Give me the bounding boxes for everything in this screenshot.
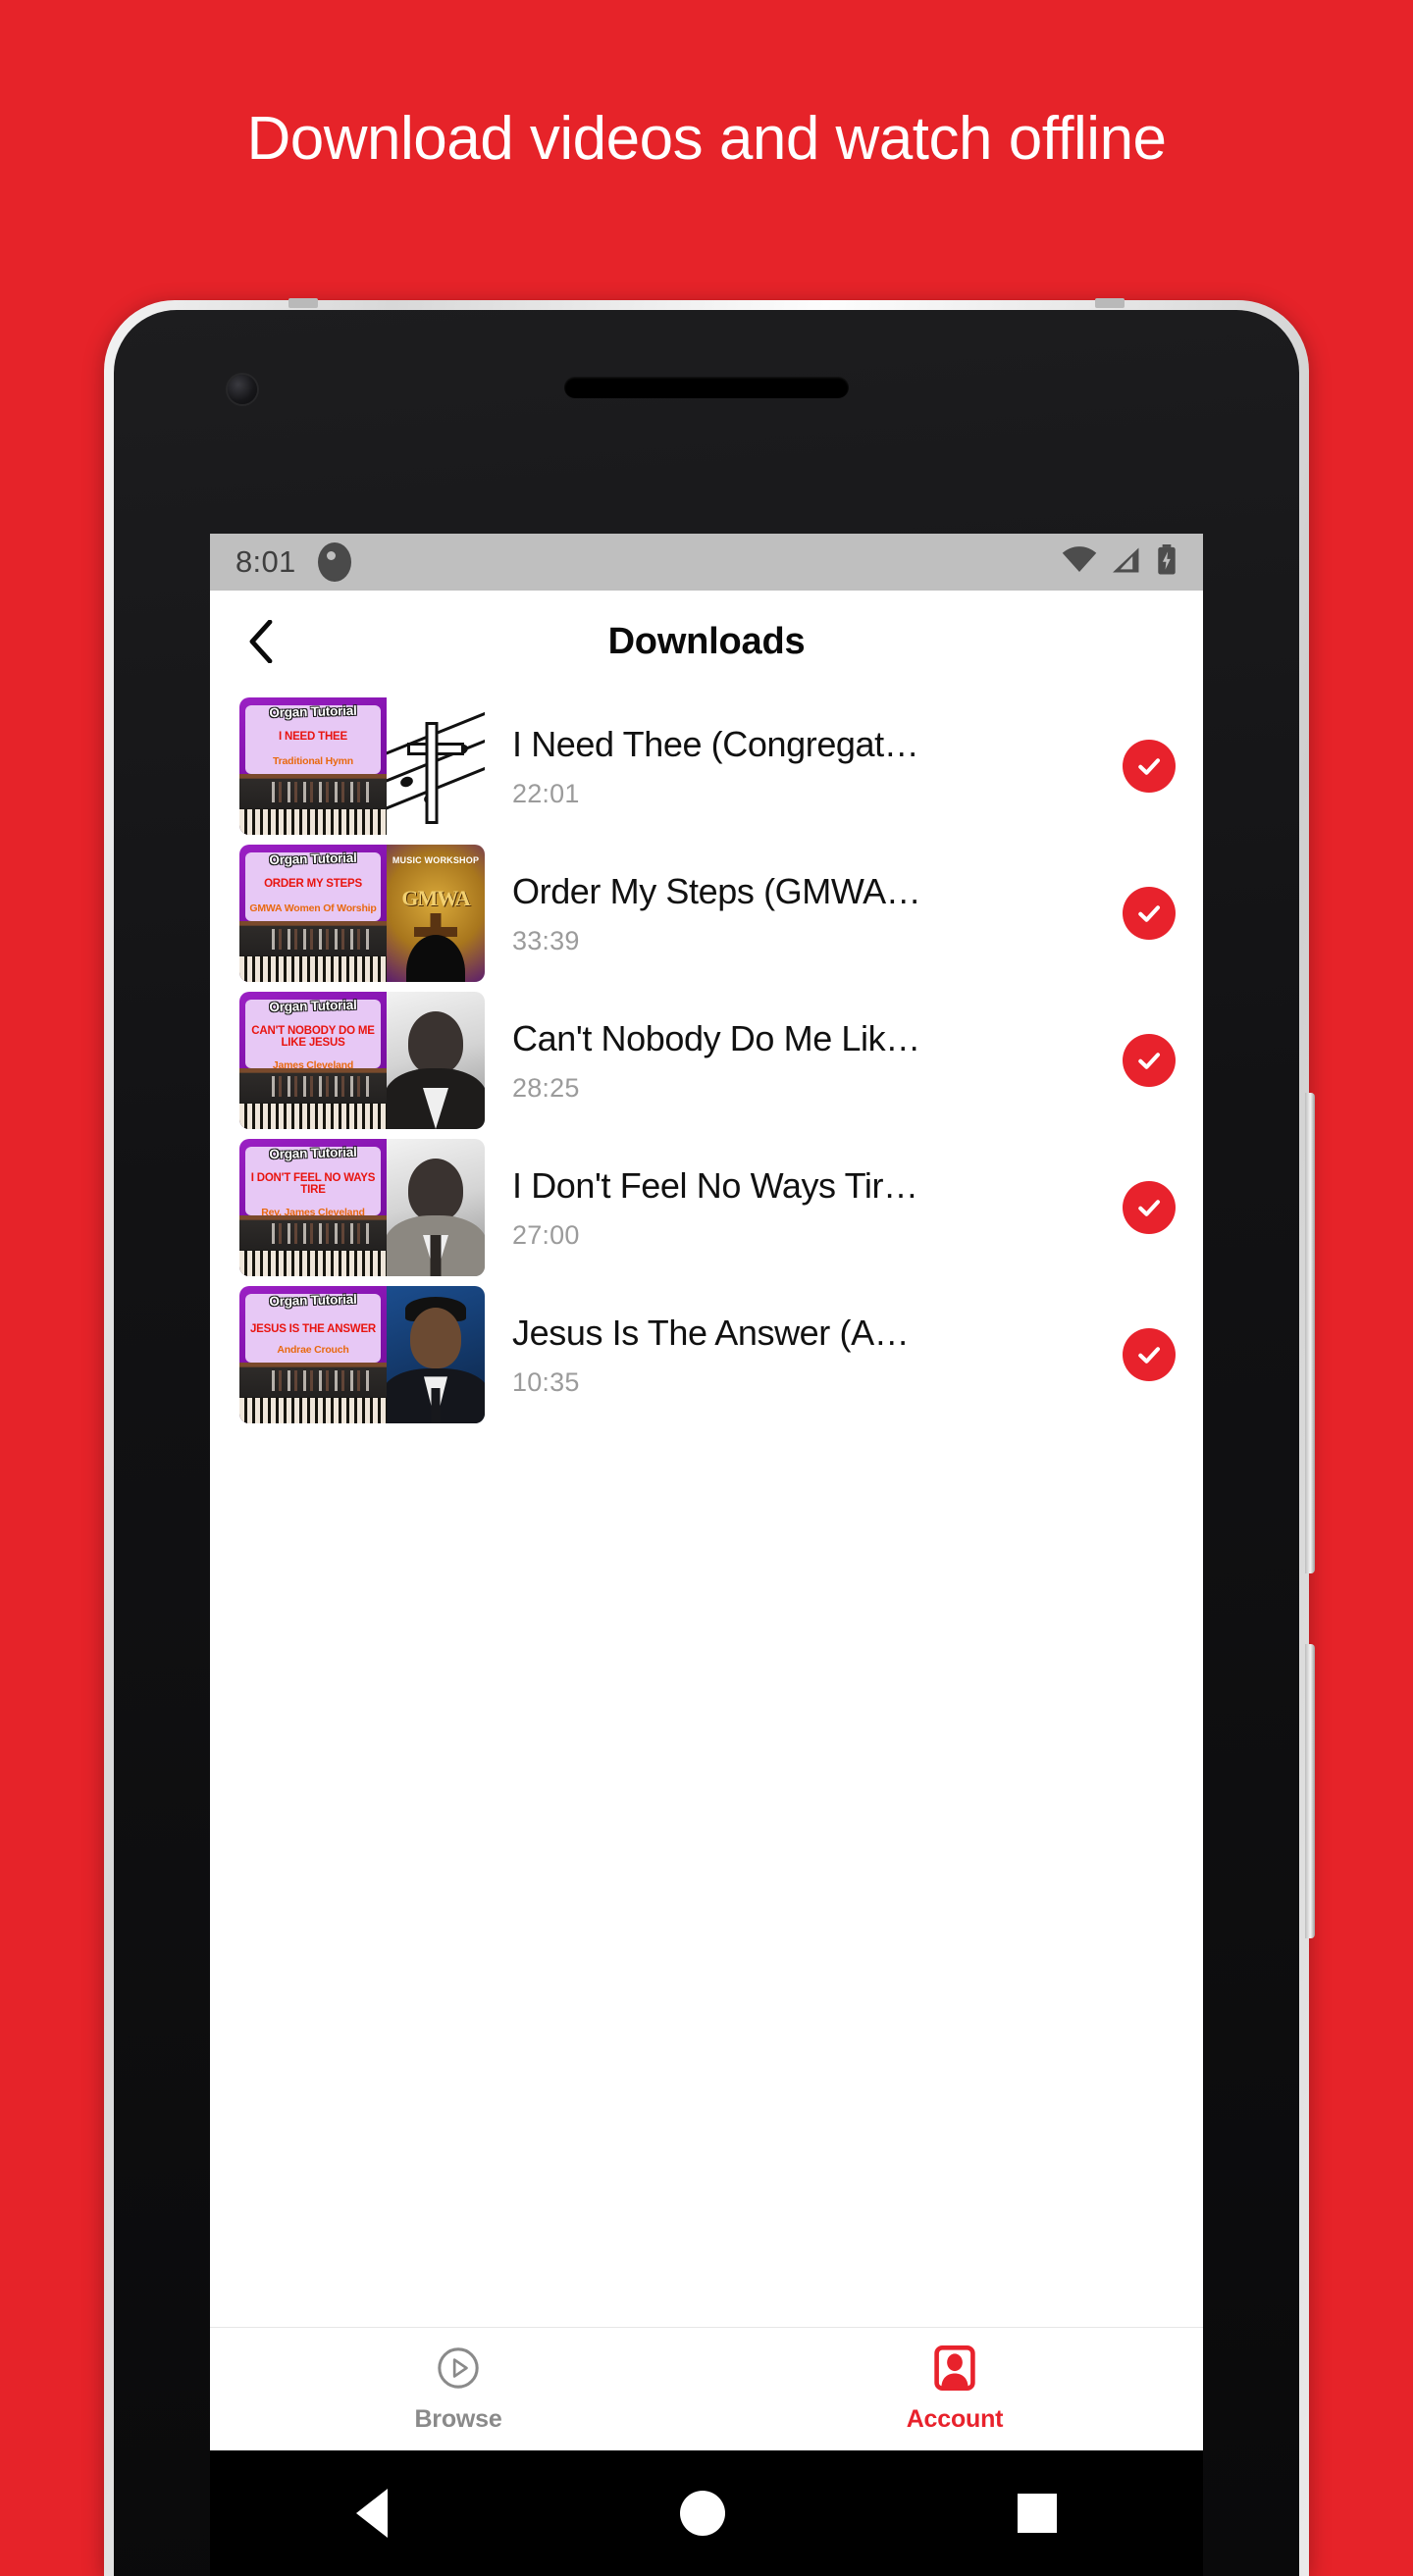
back-button[interactable] — [239, 620, 283, 663]
page-title: Downloads — [607, 620, 806, 662]
organ-keyboard-graphic — [239, 921, 387, 982]
portrait-artwork — [387, 1286, 485, 1423]
tab-browse[interactable]: Browse — [210, 2328, 706, 2450]
organ-keys-graphic — [239, 1398, 387, 1423]
organ-keys-graphic — [239, 1104, 387, 1129]
video-title: I Need Thee (Congregat… — [512, 723, 919, 764]
organ-keys-graphic — [239, 956, 387, 982]
list-item-text: Order My Steps (GMWA… 33:39 — [485, 871, 1123, 956]
thumbnail-song-title: CAN'T NOBODY DO ME LIKE JESUS — [251, 1025, 375, 1049]
cellular-signal-icon — [1111, 546, 1142, 579]
video-duration: 22:01 — [512, 778, 580, 808]
video-thumbnail[interactable]: Organ Tutorial I NEED THEE Traditional H… — [239, 697, 485, 835]
portrait-artwork — [387, 992, 485, 1129]
play-circle-icon — [436, 2345, 481, 2396]
thumbnail-song-title: I DON'T FEEL NO WAYS TIRE — [250, 1172, 376, 1196]
list-item-text: Can't Nobody Do Me Lik… 28:25 — [485, 1018, 1123, 1104]
battery-charging-icon — [1156, 543, 1178, 581]
thumbnail-artist: Andrae Crouch — [277, 1344, 349, 1357]
power-button[interactable] — [1305, 1644, 1315, 1938]
wifi-icon — [1062, 545, 1097, 579]
downloaded-check-icon[interactable] — [1123, 1034, 1176, 1087]
organ-keyboard-graphic — [239, 1363, 387, 1423]
list-item[interactable]: Organ Tutorial ORDER MY STEPS GMWA Women… — [210, 840, 1203, 987]
speaker-slot-left-icon — [288, 298, 318, 308]
list-item-text: I Don't Feel No Ways Tir… 27:00 — [485, 1165, 1123, 1251]
thumbnail-song-title: ORDER MY STEPS — [264, 878, 362, 890]
status-bar-time: 8:01 — [236, 544, 296, 579]
video-duration: 10:35 — [512, 1366, 580, 1397]
video-title: Can't Nobody Do Me Lik… — [512, 1017, 920, 1058]
video-duration: 27:00 — [512, 1219, 580, 1250]
video-duration: 28:25 — [512, 1072, 580, 1103]
account-person-icon — [933, 2344, 976, 2396]
recents-square-icon[interactable] — [1018, 2494, 1057, 2533]
video-thumbnail[interactable]: Organ Tutorial JESUS IS THE ANSWER Andra… — [239, 1286, 485, 1423]
phone-device-mockup: 8:01 Downloads Organ Tutorial I NEED THE… — [104, 298, 1315, 2576]
video-title: Order My Steps (GMWA… — [512, 870, 921, 911]
status-bar: 8:01 — [210, 534, 1203, 591]
bottom-tab-bar: Browse Account — [210, 2327, 1203, 2450]
thumbnail-song-title: JESUS IS THE ANSWER — [249, 1323, 377, 1336]
phone-screen: 8:01 Downloads Organ Tutorial I NEED THE… — [210, 534, 1203, 2450]
thumbnail-artist: Traditional Hymn — [273, 755, 353, 768]
thumbnail-artist: GMWA Women Of Worship — [249, 902, 377, 915]
organ-drawbars-graphic — [266, 1222, 372, 1244]
list-item[interactable]: Organ Tutorial I NEED THEE Traditional H… — [210, 693, 1203, 840]
video-title: I Don't Feel No Ways Tir… — [512, 1164, 918, 1206]
tab-account[interactable]: Account — [706, 2328, 1203, 2450]
downloads-list: Organ Tutorial I NEED THEE Traditional H… — [210, 693, 1203, 1428]
app-bar: Downloads — [210, 591, 1203, 693]
home-circle-icon[interactable] — [680, 2491, 725, 2536]
speaker-slot-right-icon — [1095, 298, 1125, 308]
promo-headline: Download videos and watch offline — [246, 105, 1167, 173]
video-title: Jesus Is The Answer (A… — [512, 1312, 910, 1353]
cross-and-music-notes-artwork — [387, 697, 485, 835]
organ-drawbars-graphic — [266, 1075, 372, 1097]
organ-drawbars-graphic — [266, 781, 372, 802]
organ-keyboard-graphic — [239, 1068, 387, 1129]
status-bar-icons — [1062, 543, 1178, 581]
downloaded-check-icon[interactable] — [1123, 740, 1176, 793]
downloaded-check-icon[interactable] — [1123, 1181, 1176, 1234]
front-camera-icon — [228, 375, 257, 404]
video-thumbnail[interactable]: Organ Tutorial I DON'T FEEL NO WAYS TIRE… — [239, 1139, 485, 1276]
list-item[interactable]: Organ Tutorial I DON'T FEEL NO WAYS TIRE… — [210, 1134, 1203, 1281]
organ-keyboard-graphic — [239, 1215, 387, 1276]
android-nav-bar — [210, 2450, 1203, 2576]
organ-keys-graphic — [239, 809, 387, 835]
gmwa-top-text: MUSIC WORKSHOP — [392, 855, 480, 866]
downloaded-check-icon[interactable] — [1123, 887, 1176, 940]
organ-drawbars-graphic — [266, 928, 372, 950]
notification-app-icon — [317, 542, 351, 582]
thumbnail-song-title: I NEED THEE — [278, 731, 347, 743]
downloaded-check-icon[interactable] — [1123, 1328, 1176, 1381]
portrait-artwork — [387, 1139, 485, 1276]
tab-account-label: Account — [906, 2404, 1004, 2433]
list-item-text: Jesus Is The Answer (A… 10:35 — [485, 1313, 1123, 1398]
organ-drawbars-graphic — [266, 1369, 372, 1391]
organ-keys-graphic — [239, 1251, 387, 1276]
list-item[interactable]: Organ Tutorial CAN'T NOBODY DO ME LIKE J… — [210, 987, 1203, 1134]
back-triangle-icon[interactable] — [356, 2489, 388, 2538]
volume-rocker-button[interactable] — [1305, 1093, 1315, 1573]
video-thumbnail[interactable]: Organ Tutorial ORDER MY STEPS GMWA Women… — [239, 845, 485, 982]
earpiece-speaker-icon — [564, 377, 849, 398]
video-duration: 33:39 — [512, 925, 580, 955]
list-item[interactable]: Organ Tutorial JESUS IS THE ANSWER Andra… — [210, 1281, 1203, 1428]
list-item-text: I Need Thee (Congregat… 22:01 — [485, 724, 1123, 809]
organ-keyboard-graphic — [239, 774, 387, 835]
tab-browse-label: Browse — [414, 2404, 502, 2433]
gmwa-main-text: GMWA — [401, 886, 470, 910]
gmwa-logo-artwork: MUSIC WORKSHOP GMWA — [387, 845, 485, 982]
video-thumbnail[interactable]: Organ Tutorial CAN'T NOBODY DO ME LIKE J… — [239, 992, 485, 1129]
